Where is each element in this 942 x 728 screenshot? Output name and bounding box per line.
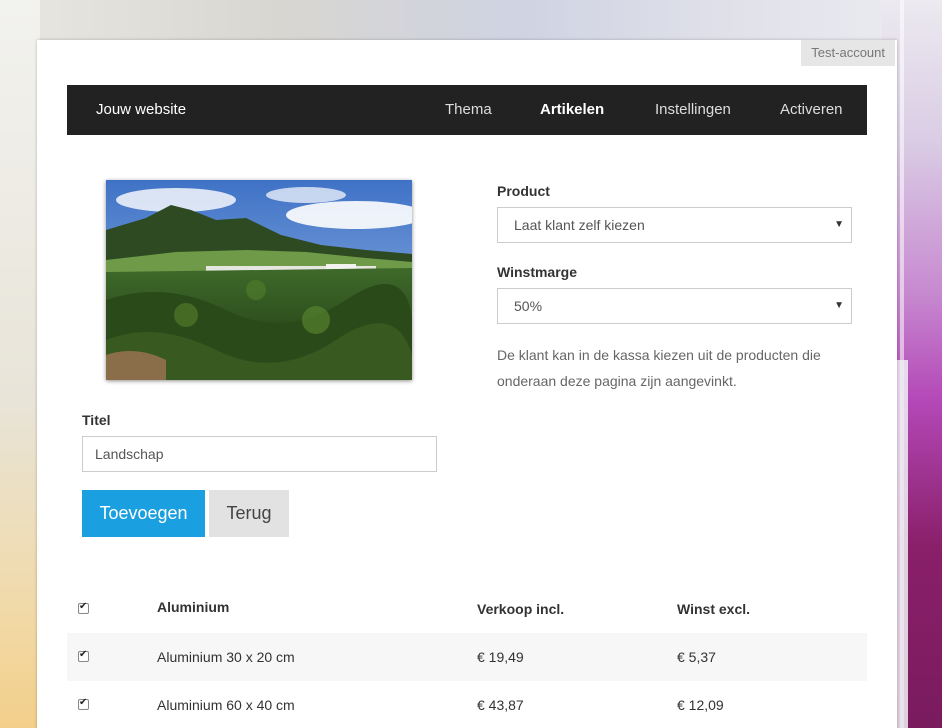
brand-link[interactable]: Jouw website: [96, 85, 186, 135]
top-navbar: Jouw website Thema Artikelen Instellinge…: [67, 85, 867, 135]
back-button[interactable]: Terug: [209, 490, 289, 537]
margin-select-value: 50%: [514, 298, 543, 314]
title-label: Titel: [82, 412, 111, 428]
header-profit: Winst excl.: [677, 601, 751, 617]
caret-down-icon: ▼: [834, 219, 844, 230]
nav-item-thema[interactable]: Thema: [445, 85, 492, 135]
product-sale-price: € 43,87: [477, 697, 524, 713]
main-card: Test-account Jouw website Thema Artikele…: [37, 40, 897, 728]
products-table: Aluminium Verkoop incl. Winst excl. Alum…: [67, 585, 867, 728]
table-row: Aluminium 60 x 40 cm € 43,87 € 12,09: [67, 681, 867, 728]
product-label: Product: [497, 183, 550, 199]
test-account-badge[interactable]: Test-account: [801, 40, 895, 66]
row-checkbox[interactable]: [78, 649, 89, 662]
product-profit: € 5,37: [677, 649, 716, 665]
row-checkbox[interactable]: [78, 697, 89, 710]
help-text: De klant kan in de kassa kiezen uit de p…: [497, 347, 821, 389]
nav-item-artikelen[interactable]: Artikelen: [540, 85, 604, 135]
add-button[interactable]: Toevoegen: [82, 490, 205, 537]
product-profit: € 12,09: [677, 697, 724, 713]
nav-item-activeren[interactable]: Activeren: [780, 85, 843, 135]
caret-down-icon: ▼: [834, 300, 844, 311]
product-sale-price: € 19,49: [477, 649, 524, 665]
product-select-value: Laat klant zelf kiezen: [514, 217, 645, 233]
background-left: [0, 0, 40, 728]
table-row: Aluminium 30 x 20 cm € 19,49 € 5,37: [67, 633, 867, 681]
margin-label: Winstmarge: [497, 264, 578, 280]
product-name: Aluminium 30 x 20 cm: [157, 649, 295, 665]
table-header-row: Aluminium Verkoop incl. Winst excl.: [67, 585, 867, 633]
header-sale: Verkoop incl.: [477, 601, 565, 617]
nav-item-instellingen[interactable]: Instellingen: [655, 85, 731, 135]
product-name: Aluminium 60 x 40 cm: [157, 697, 295, 713]
landscape-photo-icon: [106, 180, 412, 380]
margin-select[interactable]: 50% ▼: [497, 288, 852, 324]
select-all-checkbox[interactable]: [78, 601, 89, 614]
header-aluminium: Aluminium: [157, 599, 230, 615]
product-select[interactable]: Laat klant zelf kiezen ▼: [497, 207, 852, 243]
title-input[interactable]: [82, 436, 437, 472]
